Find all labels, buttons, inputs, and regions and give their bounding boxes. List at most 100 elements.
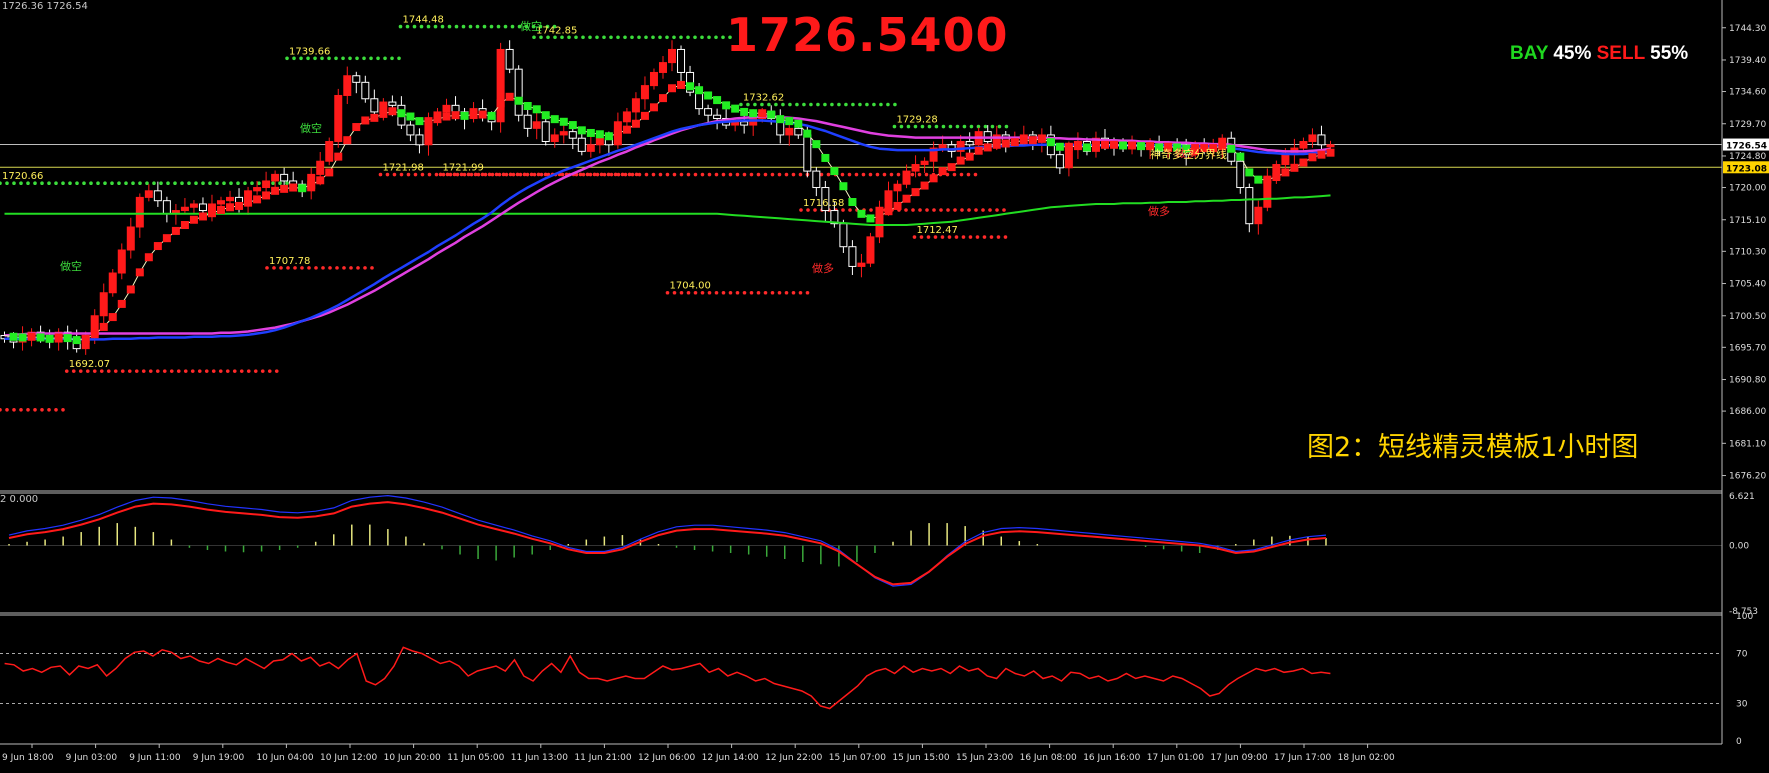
level-dot xyxy=(253,369,258,373)
candle-body xyxy=(1281,154,1290,166)
level-dot xyxy=(218,369,223,373)
level-value-label: 1729.28 xyxy=(896,115,937,126)
trend-block xyxy=(1227,144,1236,153)
trend-block xyxy=(541,111,550,120)
trend-block xyxy=(108,313,117,322)
trend-block xyxy=(253,195,262,204)
level-dot xyxy=(651,172,656,177)
candle-body xyxy=(875,206,884,238)
x-tick-label: 10 Jun 04:00 xyxy=(256,753,313,763)
y-tick-label: 1700.50 xyxy=(1729,312,1766,322)
level-dot xyxy=(721,290,726,295)
level-dot xyxy=(447,24,452,29)
trend-block xyxy=(731,104,740,113)
level-dot xyxy=(679,172,684,177)
level-dot xyxy=(700,35,704,40)
candle-body xyxy=(595,137,604,146)
x-tick-label: 16 Jun 08:00 xyxy=(1020,753,1077,763)
level-dot xyxy=(145,181,149,185)
level-dot xyxy=(355,56,359,61)
trend-block xyxy=(713,96,722,105)
candle-body xyxy=(343,75,352,96)
level-dot xyxy=(861,172,866,177)
candle-body xyxy=(532,121,541,129)
level-dot xyxy=(795,102,799,107)
trend-block xyxy=(586,128,595,137)
level-dot xyxy=(496,24,501,29)
candle-body xyxy=(442,104,451,113)
level-dot xyxy=(257,181,261,185)
level-dot xyxy=(12,407,16,412)
level-dot xyxy=(869,208,873,212)
level-dot xyxy=(348,56,352,61)
level-dot xyxy=(194,181,198,185)
trend-block xyxy=(144,253,153,262)
level-dot xyxy=(749,172,754,177)
level-dot xyxy=(427,172,432,177)
trend-block xyxy=(875,212,884,221)
level-dot xyxy=(989,235,994,239)
trend-block xyxy=(27,332,36,341)
x-tick-label: 9 Jun 11:00 xyxy=(129,753,181,763)
trend-block xyxy=(496,99,505,108)
level-dot xyxy=(882,172,887,177)
level-dot xyxy=(756,172,761,177)
level-dot xyxy=(672,172,677,177)
trend-block xyxy=(72,336,81,345)
level-dot xyxy=(581,35,585,40)
level-dot xyxy=(314,266,318,270)
level-dot xyxy=(798,172,803,177)
level-value-label: 1742.85 xyxy=(536,25,577,36)
trend-block xyxy=(1119,141,1128,150)
level-dot xyxy=(166,181,170,185)
level-dot xyxy=(996,235,1001,239)
level-dot xyxy=(875,172,880,177)
trend-block xyxy=(785,117,794,126)
trend-block xyxy=(884,207,893,216)
y-tick-label: 1705.40 xyxy=(1729,280,1766,290)
level-dot xyxy=(536,172,541,177)
trend-block xyxy=(577,126,586,135)
trend-block xyxy=(929,174,938,183)
candle-body xyxy=(388,101,397,106)
candle-body xyxy=(361,81,370,100)
trend-block xyxy=(433,115,442,124)
level-dot xyxy=(961,235,966,239)
trend-block xyxy=(424,117,433,126)
price-chart[interactable]: 1744.30 1739.40 1734.60 1729.70 1724.80 1720.… xyxy=(0,0,1769,773)
level-dot xyxy=(190,369,195,373)
candle-body xyxy=(866,236,875,264)
x-tick-label: 9 Jun 03:00 xyxy=(66,753,118,763)
rsi-tick-label: 30 xyxy=(1736,700,1748,710)
candle-body xyxy=(216,200,225,205)
level-dot xyxy=(494,172,499,177)
trend-block xyxy=(677,80,686,89)
level-dot xyxy=(606,172,611,177)
level-dot xyxy=(651,35,655,40)
level-dot xyxy=(162,369,167,373)
level-dot xyxy=(232,369,237,373)
level-dot xyxy=(854,172,859,177)
level-dot xyxy=(434,172,439,177)
level-dot xyxy=(721,172,726,177)
trend-block xyxy=(866,214,875,223)
level-dot xyxy=(173,181,177,185)
trend-block xyxy=(117,299,126,308)
level-dot xyxy=(613,172,618,177)
trend-block xyxy=(135,268,144,277)
level-dot xyxy=(788,102,792,107)
signal-annotation: 做多 xyxy=(812,261,834,275)
level-dot xyxy=(134,369,139,373)
level-dot xyxy=(997,124,1002,129)
candle-body xyxy=(740,121,749,126)
level-dot xyxy=(917,172,922,177)
candle-body xyxy=(622,111,631,123)
level-dot xyxy=(169,369,174,373)
level-dot xyxy=(239,369,244,373)
level-dot xyxy=(918,208,922,212)
level-dot xyxy=(362,56,366,61)
level-dot xyxy=(356,266,360,270)
candle-body xyxy=(523,114,532,129)
level-dot xyxy=(962,124,967,129)
level-dot xyxy=(47,407,51,412)
